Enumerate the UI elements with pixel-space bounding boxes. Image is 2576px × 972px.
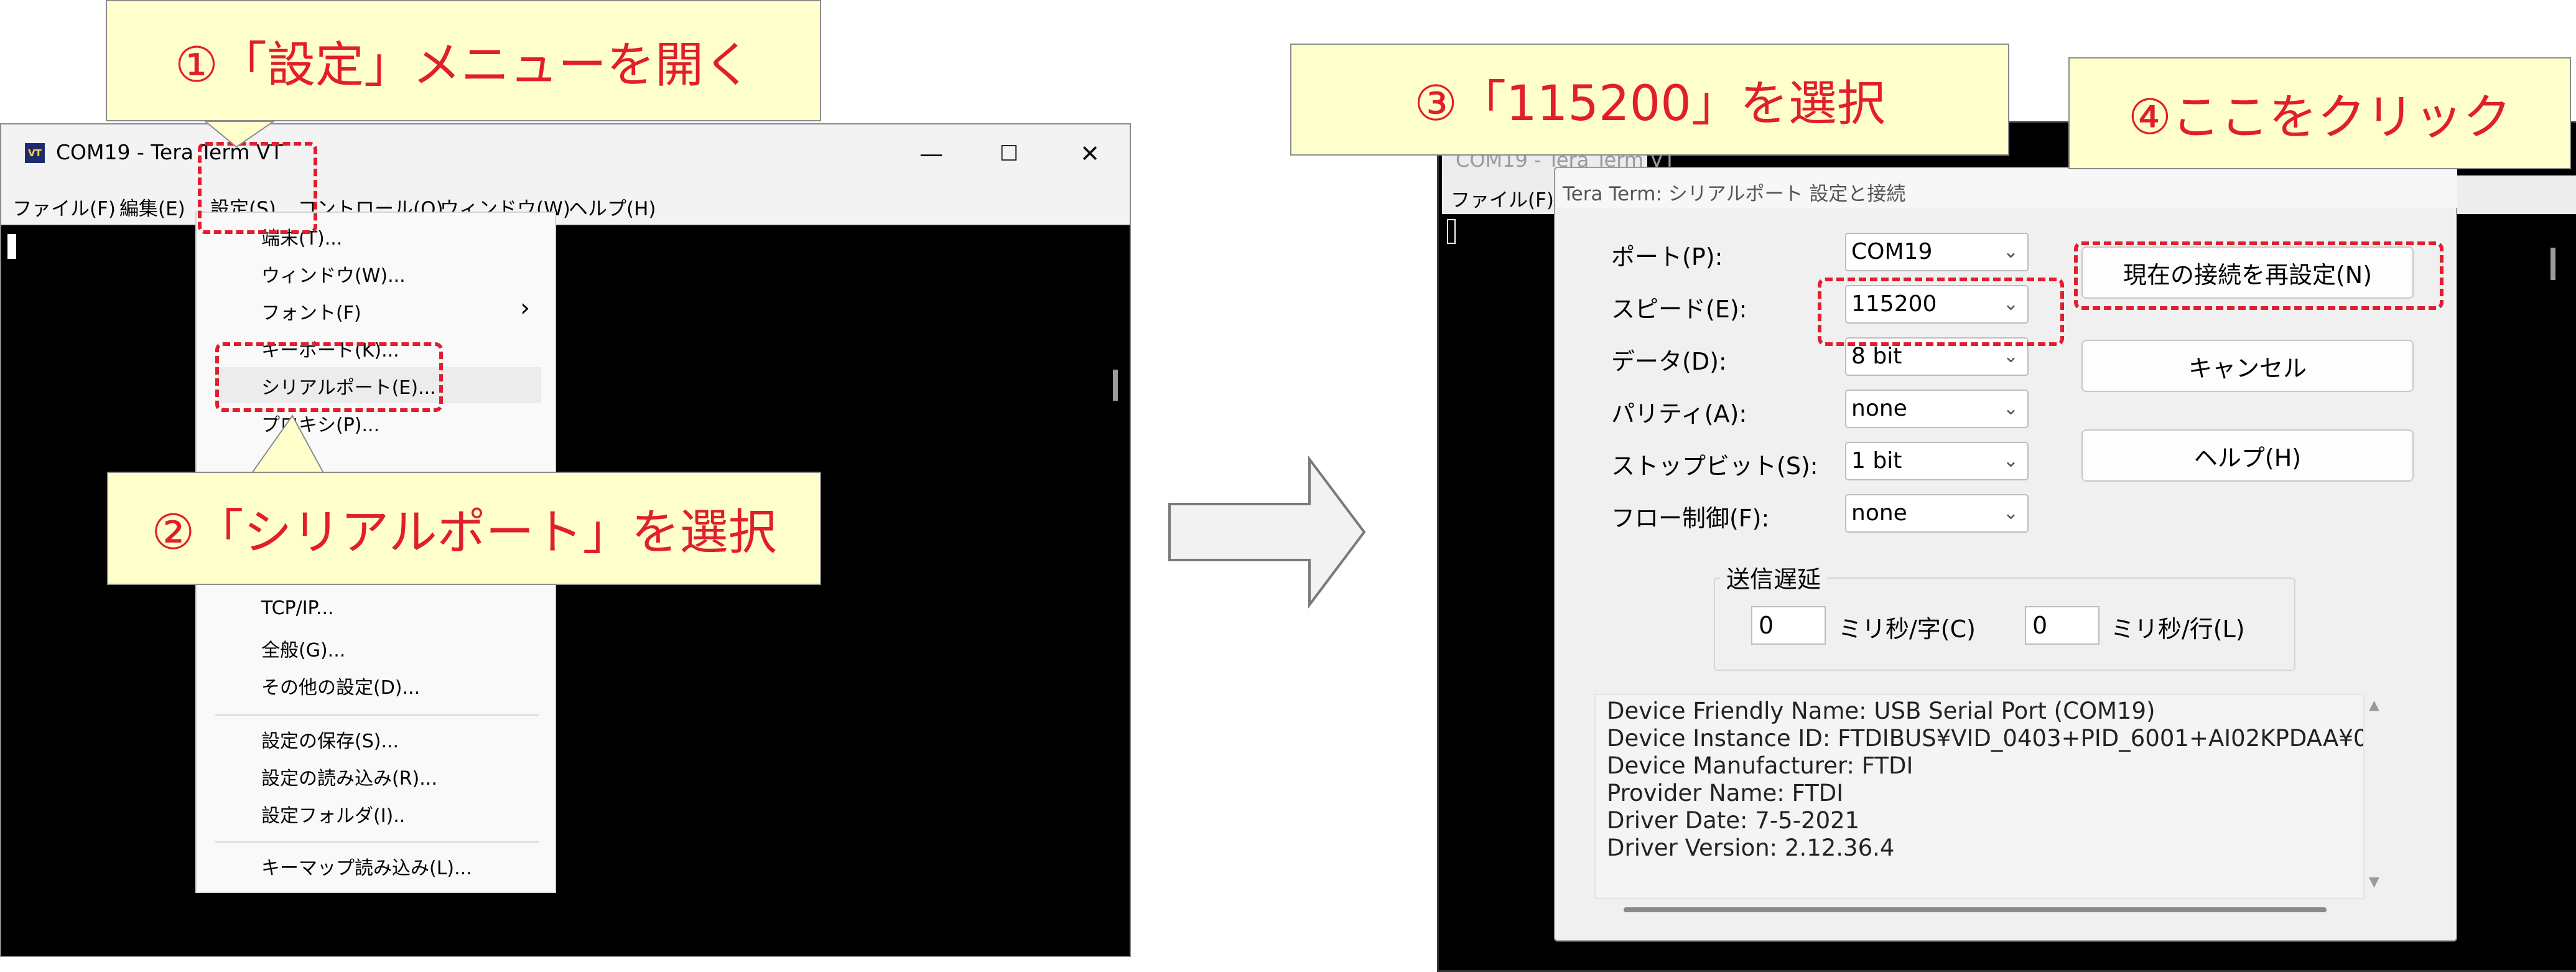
chevron-down-icon: ⌄ [2002, 502, 2019, 524]
highlight-speed-select [1818, 278, 2064, 346]
parity-value: none [1851, 396, 1907, 421]
chevron-down-icon: ⌄ [2002, 241, 2019, 263]
device-info-line: Driver Date: 7-5-2021 [1607, 807, 1860, 834]
chevron-down-icon: ⌄ [2002, 450, 2019, 472]
help-button[interactable]: ヘルプ(H) [2081, 429, 2414, 482]
parity-label: パリティ(A): [1611, 400, 1747, 428]
device-info-line: Driver Version: 2.12.36.4 [1607, 834, 1895, 861]
device-info-vertical-scrollbar[interactable]: ▲ ▼ [2366, 694, 2385, 899]
stop-bits-label: ストップビット(S): [1611, 452, 1818, 480]
transmit-delay-legend: 送信遅延 [1720, 560, 1828, 594]
callout-select-115200: ③「115200」を選択 [1290, 44, 2009, 156]
device-info-horizontal-scrollbar[interactable] [1624, 907, 2327, 912]
background-terminal-cursor [1447, 219, 1456, 244]
char-delay-input[interactable]: 0 [1751, 606, 1826, 645]
flow-control-value: none [1851, 500, 1907, 526]
port-select[interactable]: COM19 ⌄ [1845, 233, 2029, 271]
callout-click-here: ④ここをクリック [2068, 57, 2571, 169]
scroll-up-icon[interactable]: ▲ [2369, 698, 2379, 713]
line-delay-unit-label: ミリ秒/行(L) [2111, 615, 2245, 643]
device-info-line: Device Instance ID: FTDIBUS¥VID_0403+PID… [1607, 725, 2364, 752]
dialog-title: Tera Term: シリアルポート 設定と接続 [1563, 183, 1906, 205]
stop-bits-value: 1 bit [1851, 448, 1902, 474]
data-label: データ(D): [1611, 348, 1727, 375]
port-value: COM19 [1851, 239, 1933, 264]
callout-select-serial-port: ②「シリアルポート」を選択 [107, 472, 821, 585]
background-terminal-scrollbar[interactable] [2550, 248, 2555, 280]
port-label: ポート(P): [1611, 243, 1723, 271]
cancel-button[interactable]: キャンセル [2081, 340, 2414, 392]
flow-arrow-icon [1168, 456, 1366, 609]
device-info-line: Device Manufacturer: FTDI [1607, 752, 1913, 779]
device-info-line: Provider Name: FTDI [1607, 780, 1844, 806]
callout-1-pointer [203, 121, 276, 148]
flow-control-select[interactable]: none ⌄ [1845, 494, 2029, 533]
device-info-line: Device Friendly Name: USB Serial Port (C… [1607, 698, 2155, 724]
parity-select[interactable]: none ⌄ [1845, 390, 2029, 428]
flow-control-label: フロー制御(F): [1611, 505, 1770, 532]
char-delay-unit-label: ミリ秒/字(C) [1838, 615, 1976, 643]
scroll-down-icon[interactable]: ▼ [2369, 874, 2379, 890]
dialog-title-bar: Tera Term: シリアルポート 設定と接続 [1556, 169, 2457, 208]
line-delay-input[interactable]: 0 [2025, 606, 2099, 645]
callout-2-pointer [251, 414, 325, 474]
background-menu-file[interactable]: ファイル(F) [1451, 184, 1554, 212]
data-bits-value: 8 bit [1851, 343, 1902, 369]
chevron-down-icon: ⌄ [2002, 398, 2019, 419]
stop-bits-select[interactable]: 1 bit ⌄ [1845, 442, 2029, 480]
speed-label: スピード(E): [1611, 296, 1747, 323]
callout-open-setup-menu: ①「設定」メニューを開く [106, 0, 821, 121]
highlight-reset-button [2074, 241, 2443, 310]
device-info-box[interactable]: Device Friendly Name: USB Serial Port (C… [1594, 694, 2364, 899]
